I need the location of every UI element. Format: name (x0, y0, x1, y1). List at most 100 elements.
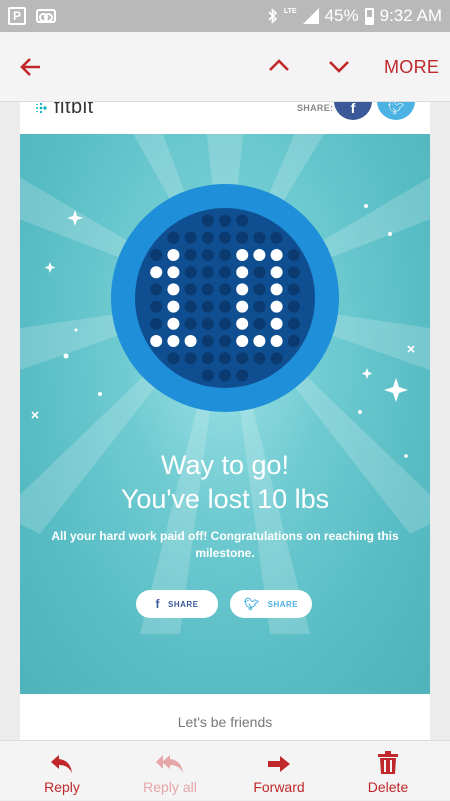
signal-icon (302, 8, 319, 24)
led-dot (219, 300, 231, 313)
led-dot (253, 317, 266, 330)
led-dot (236, 352, 249, 365)
fitbit-logo[interactable]: fitbit (34, 102, 94, 119)
led-dot (287, 249, 300, 261)
reply-button[interactable]: Reply (6, 741, 118, 801)
led-dot (150, 249, 163, 261)
message-toolbar: MORE (0, 32, 450, 102)
facebook-share-label: SHARE (167, 599, 199, 609)
led-dot (236, 231, 249, 244)
led-dot (287, 283, 300, 296)
header-twitter-icon[interactable]: 🐦︎ (377, 102, 415, 120)
headline-line-2: You've lost 10 lbs (120, 484, 330, 514)
lets-be-friends-heading: Let's be friends (177, 714, 273, 730)
header-facebook-icon[interactable]: f (334, 102, 372, 120)
reply-all-button[interactable]: Reply all (114, 741, 226, 801)
clock: 9:32 AM (379, 6, 442, 25)
led-dot (270, 231, 283, 244)
led-dot-lit (236, 317, 249, 330)
led-dot (201, 335, 214, 347)
led-dot (184, 352, 197, 365)
led-dot (287, 317, 300, 330)
led-dot (253, 300, 266, 313)
twitter-share-button[interactable]: 🐦︎ SHARE (230, 590, 312, 618)
led-dot-lit (167, 335, 180, 347)
twitter-share-label: SHARE (267, 599, 299, 609)
led-dot (219, 266, 231, 279)
led-dot (219, 214, 231, 227)
led-dot-lit (270, 317, 283, 330)
led-dot (201, 300, 214, 313)
led-dot (253, 352, 266, 365)
delete-label: Delete (367, 779, 409, 795)
led-dot (167, 352, 180, 365)
next-message-chevron-down-icon[interactable] (328, 55, 350, 77)
facebook-icon: f (155, 597, 160, 611)
email-body[interactable]: fitbit SHARE: f 🐦︎ Way to go! You've los… (0, 102, 450, 740)
email-header: fitbit SHARE: f 🐦︎ (20, 102, 430, 134)
led-dot (150, 283, 163, 296)
led-dot (201, 317, 214, 330)
led-dot (287, 266, 300, 279)
led-dot-lit (253, 249, 266, 261)
led-dot (253, 231, 266, 244)
more-button[interactable]: MORE (384, 57, 439, 78)
led-dot (287, 335, 300, 347)
delete-button[interactable]: Delete (332, 741, 444, 801)
led-dot (219, 283, 231, 296)
led-dot (270, 352, 283, 365)
led-dot (184, 266, 197, 279)
email-card: fitbit SHARE: f 🐦︎ Way to go! You've los… (20, 102, 430, 740)
battery-percent: 45% (324, 6, 359, 25)
led-dot (236, 369, 249, 382)
parking-icon: P (8, 7, 26, 25)
led-dot (219, 369, 231, 382)
led-dot-lit (270, 283, 283, 296)
forward-arrow-icon (268, 756, 290, 772)
led-dot-lit (236, 335, 249, 347)
share-label: SHARE: (297, 103, 334, 113)
led-dot (184, 283, 197, 296)
network-type: LTE (283, 7, 297, 15)
led-dot (150, 300, 163, 313)
reply-all-icon (156, 755, 183, 773)
led-dot (184, 249, 197, 261)
led-dot-lit (270, 266, 283, 279)
led-dot-lit (184, 335, 197, 347)
led-dot (201, 369, 214, 382)
battery-icon (364, 7, 374, 25)
bottom-action-bar: Reply Reply all Forward Delete (0, 740, 450, 800)
led-dot-lit (150, 335, 163, 347)
led-dot-lit (236, 283, 249, 296)
hero-graphic (20, 134, 430, 634)
forward-button[interactable]: Forward (223, 741, 335, 801)
led-dot (201, 214, 214, 227)
led-dot-lit (150, 266, 163, 279)
twitter-icon: 🐦︎ (243, 597, 260, 611)
led-dot-lit (236, 266, 249, 279)
led-dot-lit (236, 300, 249, 313)
led-dot (219, 335, 231, 347)
led-dot (201, 231, 214, 244)
back-arrow-icon[interactable] (18, 54, 44, 80)
led-dot (184, 317, 197, 330)
reply-all-label: Reply all (143, 779, 197, 795)
led-dot-lit (167, 249, 180, 261)
congratulations-text: All your hard work paid off! Congratulat… (51, 529, 399, 560)
facebook-share-button[interactable]: f SHARE (136, 590, 218, 618)
led-dot (236, 214, 249, 227)
led-dot (201, 352, 214, 365)
reply-icon (51, 755, 72, 773)
led-dot-lit (167, 266, 180, 279)
reply-label: Reply (44, 779, 80, 795)
led-dot (184, 231, 197, 244)
led-dot (201, 283, 214, 296)
led-dot-lit (167, 283, 180, 296)
led-dot (253, 266, 266, 279)
led-dot (287, 300, 300, 313)
led-dot (150, 317, 163, 330)
led-dot-lit (270, 335, 283, 347)
previous-message-chevron-up-icon[interactable] (268, 55, 290, 77)
led-dot-lit (270, 300, 283, 313)
led-dot-lit (167, 317, 180, 330)
